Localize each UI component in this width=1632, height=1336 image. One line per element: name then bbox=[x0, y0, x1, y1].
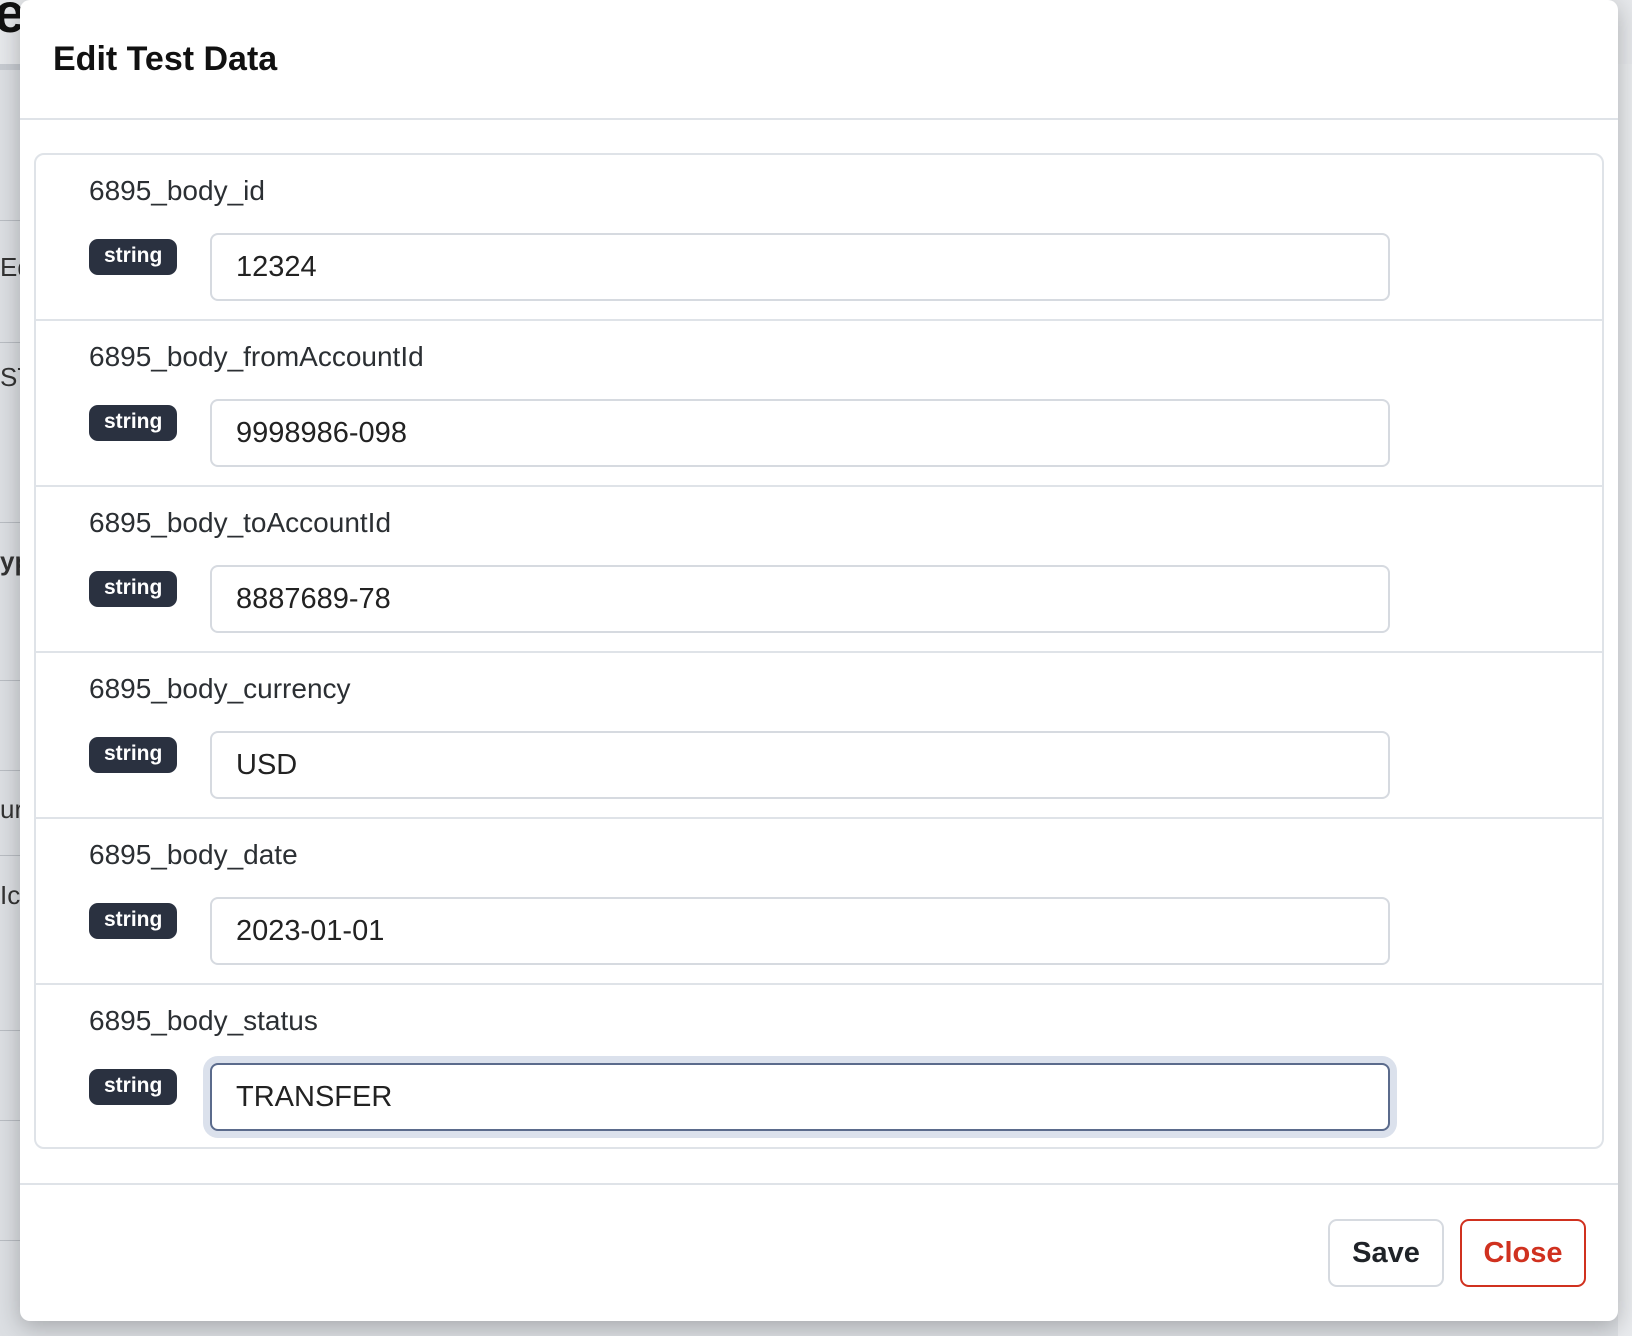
background-scrollbar-track bbox=[1618, 64, 1632, 1336]
background-text-fragment: Ic bbox=[0, 880, 21, 910]
close-button[interactable]: Close bbox=[1460, 1219, 1586, 1287]
type-badge: string bbox=[89, 737, 178, 773]
field-name-label: 6895_body_toAccountId bbox=[89, 507, 392, 538]
save-button[interactable]: Save bbox=[1328, 1219, 1444, 1287]
field-name-label: 6895_body_status bbox=[89, 1005, 318, 1036]
field-value-input[interactable] bbox=[210, 399, 1390, 467]
modal-footer: Save Close bbox=[20, 1183, 1618, 1321]
type-badge: string bbox=[89, 1069, 178, 1105]
field-name-label: 6895_body_date bbox=[89, 839, 298, 870]
field-row: 6895_body_toAccountId string bbox=[36, 487, 1602, 653]
field-row: 6895_body_fromAccountId string bbox=[36, 321, 1602, 487]
field-row: 6895_body_status string bbox=[36, 985, 1602, 1147]
edit-test-data-modal: Edit Test Data 6895_body_id string 6895_… bbox=[20, 0, 1618, 1321]
field-value-input[interactable] bbox=[210, 233, 1390, 301]
type-badge: string bbox=[89, 239, 178, 275]
type-badge: string bbox=[89, 903, 178, 939]
field-name-label: 6895_body_fromAccountId bbox=[89, 341, 424, 372]
field-row: 6895_body_date string bbox=[36, 819, 1602, 985]
field-row: 6895_body_id string bbox=[36, 155, 1602, 321]
field-row: 6895_body_currency string bbox=[36, 653, 1602, 819]
type-badge: string bbox=[89, 405, 178, 441]
field-value-input[interactable] bbox=[210, 897, 1390, 965]
field-value-input[interactable] bbox=[210, 1063, 1390, 1131]
field-value-input[interactable] bbox=[210, 565, 1390, 633]
field-name-label: 6895_body_currency bbox=[89, 673, 351, 704]
field-value-input[interactable] bbox=[210, 731, 1390, 799]
fields-card: 6895_body_id string 6895_body_fromAccoun… bbox=[34, 153, 1604, 1149]
modal-title: Edit Test Data bbox=[53, 39, 278, 78]
field-name-label: 6895_body_id bbox=[89, 175, 265, 206]
modal-header: Edit Test Data bbox=[20, 0, 1618, 120]
type-badge: string bbox=[89, 571, 178, 607]
